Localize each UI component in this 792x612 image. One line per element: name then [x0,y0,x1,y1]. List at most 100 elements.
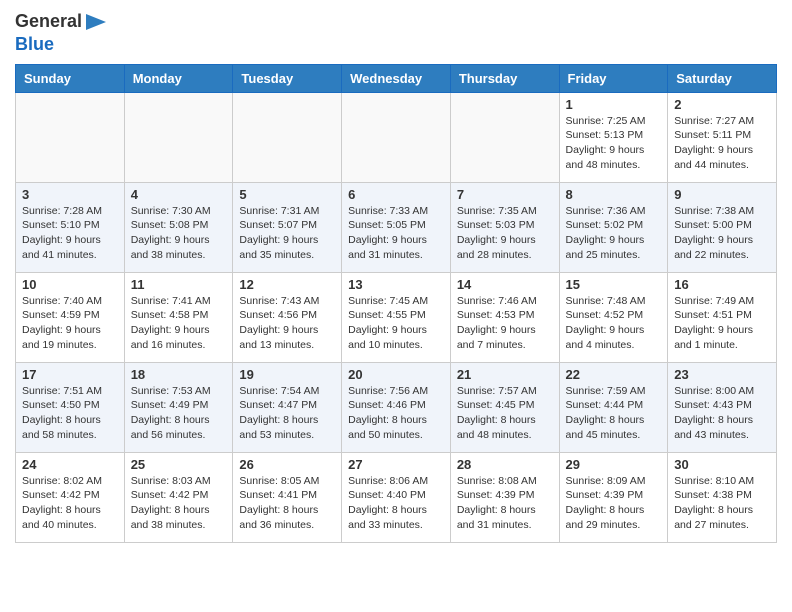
calendar-cell: 13 Sunrise: 7:45 AM Sunset: 4:55 PM Dayli… [342,272,451,362]
day-number: 18 [131,367,227,382]
day-info: Sunrise: 7:46 AM Sunset: 4:53 PM Dayligh… [457,294,553,353]
day-number: 21 [457,367,553,382]
day-info: Sunrise: 7:51 AM Sunset: 4:50 PM Dayligh… [22,384,118,443]
calendar-cell: 15Sunrise: 7:48 AM Sunset: 4:52 PM Dayli… [559,272,668,362]
day-info: Sunrise: 8:08 AM Sunset: 4:39 PM Dayligh… [457,474,553,533]
calendar-cell [450,92,559,182]
calendar-cell: 29 Sunrise: 8:09 AM Sunset: 4:39 PM Dayli… [559,452,668,542]
day-number: 28 [457,457,553,472]
calendar-cell: 2 Sunrise: 7:27 AM Sunset: 5:11 PM Daylig… [668,92,777,182]
day-info: Sunrise: 8:10 AM Sunset: 4:38 PM Dayligh… [674,474,770,533]
day-info: Sunrise: 7:35 AM Sunset: 5:03 PM Dayligh… [457,204,553,263]
calendar-cell: 8Sunrise: 7:36 AM Sunset: 5:02 PM Daylig… [559,182,668,272]
calendar-cell: 24 Sunrise: 8:02 AM Sunset: 4:42 PM Dayli… [16,452,125,542]
calendar-cell: 7Sunrise: 7:35 AM Sunset: 5:03 PM Daylig… [450,182,559,272]
calendar-cell: 28 Sunrise: 8:08 AM Sunset: 4:39 PM Dayli… [450,452,559,542]
day-number: 26 [239,457,335,472]
day-number: 12 [239,277,335,292]
calendar-cell: 3 Sunrise: 7:28 AM Sunset: 5:10 PM Daylig… [16,182,125,272]
weekday-header: Wednesday [342,64,451,92]
day-info: Sunrise: 7:40 AM Sunset: 4:59 PM Dayligh… [22,294,118,353]
day-number: 14 [457,277,553,292]
calendar-cell: 9Sunrise: 7:38 AM Sunset: 5:00 PM Daylig… [668,182,777,272]
weekday-header: Tuesday [233,64,342,92]
day-number: 24 [22,457,118,472]
day-number: 13 [348,277,444,292]
day-number: 9 [674,187,770,202]
day-info: Sunrise: 7:30 AM Sunset: 5:08 PM Dayligh… [131,204,227,263]
day-info: Sunrise: 7:48 AM Sunset: 4:52 PM Dayligh… [566,294,662,353]
day-info: Sunrise: 8:03 AM Sunset: 4:42 PM Dayligh… [131,474,227,533]
day-info: Sunrise: 8:00 AM Sunset: 4:43 PM Dayligh… [674,384,770,443]
day-info: Sunrise: 7:53 AM Sunset: 4:49 PM Dayligh… [131,384,227,443]
day-info: Sunrise: 7:27 AM Sunset: 5:11 PM Dayligh… [674,114,770,173]
day-info: Sunrise: 7:45 AM Sunset: 4:55 PM Dayligh… [348,294,444,353]
calendar-cell: 1 Sunrise: 7:25 AM Sunset: 5:13 PM Daylig… [559,92,668,182]
weekday-header: Saturday [668,64,777,92]
calendar-week-row: 24 Sunrise: 8:02 AM Sunset: 4:42 PM Dayli… [16,452,777,542]
calendar-week-row: 10Sunrise: 7:40 AM Sunset: 4:59 PM Dayli… [16,272,777,362]
day-info: Sunrise: 7:54 AM Sunset: 4:47 PM Dayligh… [239,384,335,443]
day-number: 1 [566,97,662,112]
calendar-cell: 27 Sunrise: 8:06 AM Sunset: 4:40 PM Dayli… [342,452,451,542]
calendar-cell: 20 Sunrise: 7:56 AM Sunset: 4:46 PM Dayli… [342,362,451,452]
day-info: Sunrise: 8:09 AM Sunset: 4:39 PM Dayligh… [566,474,662,533]
calendar-week-row: 17 Sunrise: 7:51 AM Sunset: 4:50 PM Dayli… [16,362,777,452]
calendar-cell [342,92,451,182]
calendar-cell: 25 Sunrise: 8:03 AM Sunset: 4:42 PM Dayli… [124,452,233,542]
day-info: Sunrise: 7:43 AM Sunset: 4:56 PM Dayligh… [239,294,335,353]
day-number: 19 [239,367,335,382]
day-info: Sunrise: 7:49 AM Sunset: 4:51 PM Dayligh… [674,294,770,353]
day-number: 11 [131,277,227,292]
logo-general: General [15,11,82,33]
weekday-header: Friday [559,64,668,92]
day-number: 22 [566,367,662,382]
day-number: 4 [131,187,227,202]
calendar-cell: 14 Sunrise: 7:46 AM Sunset: 4:53 PM Dayli… [450,272,559,362]
day-number: 5 [239,187,335,202]
day-info: Sunrise: 7:57 AM Sunset: 4:45 PM Dayligh… [457,384,553,443]
day-info: Sunrise: 7:31 AM Sunset: 5:07 PM Dayligh… [239,204,335,263]
day-number: 23 [674,367,770,382]
weekday-header: Sunday [16,64,125,92]
weekday-header: Thursday [450,64,559,92]
day-info: Sunrise: 7:36 AM Sunset: 5:02 PM Dayligh… [566,204,662,263]
calendar-week-row: 1 Sunrise: 7:25 AM Sunset: 5:13 PM Daylig… [16,92,777,182]
day-number: 29 [566,457,662,472]
day-info: Sunrise: 7:56 AM Sunset: 4:46 PM Dayligh… [348,384,444,443]
calendar-cell [16,92,125,182]
calendar-cell: 21 Sunrise: 7:57 AM Sunset: 4:45 PM Dayli… [450,362,559,452]
logo-blue: Blue [15,34,108,56]
calendar-cell: 10Sunrise: 7:40 AM Sunset: 4:59 PM Dayli… [16,272,125,362]
calendar-table: SundayMondayTuesdayWednesdayThursdayFrid… [15,64,777,543]
day-info: Sunrise: 7:59 AM Sunset: 4:44 PM Dayligh… [566,384,662,443]
day-number: 25 [131,457,227,472]
calendar-cell: 26Sunrise: 8:05 AM Sunset: 4:41 PM Dayli… [233,452,342,542]
calendar-week-row: 3 Sunrise: 7:28 AM Sunset: 5:10 PM Daylig… [16,182,777,272]
day-number: 17 [22,367,118,382]
day-number: 6 [348,187,444,202]
day-info: Sunrise: 7:33 AM Sunset: 5:05 PM Dayligh… [348,204,444,263]
day-number: 20 [348,367,444,382]
header: General Blue [15,10,777,56]
calendar-cell: 19 Sunrise: 7:54 AM Sunset: 4:47 PM Dayli… [233,362,342,452]
day-number: 30 [674,457,770,472]
calendar-cell: 22 Sunrise: 7:59 AM Sunset: 4:44 PM Dayli… [559,362,668,452]
logo-flag-icon [84,10,108,34]
day-info: Sunrise: 7:41 AM Sunset: 4:58 PM Dayligh… [131,294,227,353]
day-number: 3 [22,187,118,202]
calendar-cell: 18 Sunrise: 7:53 AM Sunset: 4:49 PM Dayli… [124,362,233,452]
day-info: Sunrise: 7:25 AM Sunset: 5:13 PM Dayligh… [566,114,662,173]
calendar-cell: 12 Sunrise: 7:43 AM Sunset: 4:56 PM Dayli… [233,272,342,362]
calendar-cell: 11 Sunrise: 7:41 AM Sunset: 4:58 PM Dayli… [124,272,233,362]
calendar-cell: 23 Sunrise: 8:00 AM Sunset: 4:43 PM Dayli… [668,362,777,452]
day-number: 27 [348,457,444,472]
day-info: Sunrise: 8:02 AM Sunset: 4:42 PM Dayligh… [22,474,118,533]
day-info: Sunrise: 8:06 AM Sunset: 4:40 PM Dayligh… [348,474,444,533]
day-number: 2 [674,97,770,112]
calendar-cell [124,92,233,182]
day-info: Sunrise: 7:28 AM Sunset: 5:10 PM Dayligh… [22,204,118,263]
weekday-header-row: SundayMondayTuesdayWednesdayThursdayFrid… [16,64,777,92]
calendar-cell: 5 Sunrise: 7:31 AM Sunset: 5:07 PM Daylig… [233,182,342,272]
weekday-header: Monday [124,64,233,92]
